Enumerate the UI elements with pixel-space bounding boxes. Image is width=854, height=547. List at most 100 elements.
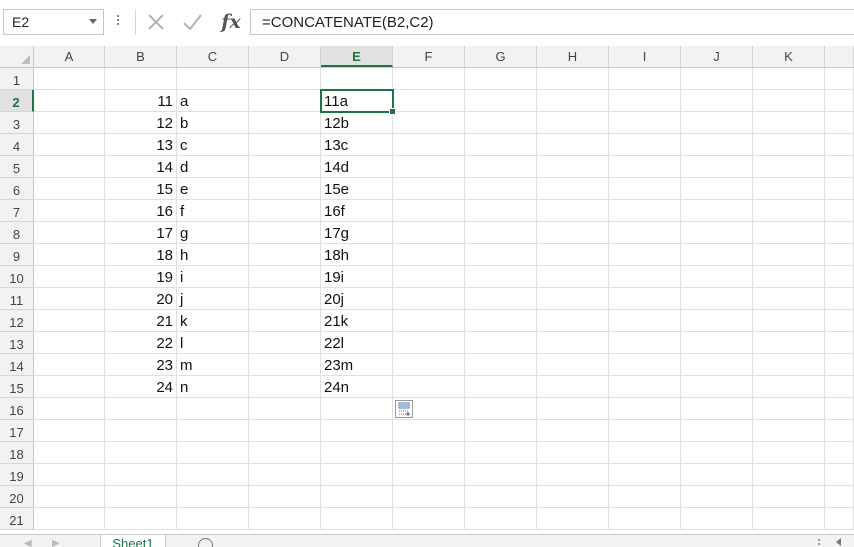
select-all-button[interactable]: [0, 46, 34, 67]
grid-cell[interactable]: [393, 332, 465, 354]
grid-cell[interactable]: [465, 112, 537, 134]
grid-cell[interactable]: [681, 354, 753, 376]
grid-cell[interactable]: [681, 156, 753, 178]
fill-handle[interactable]: [389, 108, 396, 115]
grid-cell[interactable]: [34, 332, 105, 354]
grid-cell[interactable]: [753, 178, 825, 200]
grid-cell[interactable]: [537, 112, 609, 134]
grid-cell[interactable]: [177, 486, 249, 508]
grid-cell[interactable]: [393, 156, 465, 178]
row-header-21[interactable]: 21: [0, 508, 34, 530]
grid-cell[interactable]: [609, 332, 681, 354]
grid-cell[interactable]: [34, 398, 105, 420]
grid-cell[interactable]: [393, 464, 465, 486]
grid-cell[interactable]: [825, 68, 854, 90]
grid-cell[interactable]: [681, 266, 753, 288]
cell-c6[interactable]: e: [177, 178, 249, 200]
cell-e2[interactable]: 11a: [321, 90, 393, 112]
grid-cell[interactable]: [753, 200, 825, 222]
cell-b6[interactable]: 15: [105, 178, 177, 200]
grid-cell[interactable]: [249, 332, 321, 354]
grid-cell[interactable]: [249, 288, 321, 310]
column-header-c[interactable]: C: [177, 46, 249, 67]
grid-cell[interactable]: [537, 376, 609, 398]
formula-input[interactable]: =CONCATENATE(B2,C2): [250, 9, 854, 35]
grid-cell[interactable]: [609, 156, 681, 178]
grid-cell[interactable]: [34, 508, 105, 530]
grid-cell[interactable]: [34, 222, 105, 244]
grid-cell[interactable]: [753, 288, 825, 310]
grid-cell[interactable]: [825, 332, 854, 354]
grid-cell[interactable]: [537, 420, 609, 442]
grid-cell[interactable]: [681, 222, 753, 244]
grid-cell[interactable]: [825, 464, 854, 486]
new-sheet-button[interactable]: [198, 538, 213, 547]
grid-cell[interactable]: [34, 266, 105, 288]
cell-b12[interactable]: 21: [105, 310, 177, 332]
column-header-f[interactable]: F: [393, 46, 465, 67]
grid-cell[interactable]: [249, 464, 321, 486]
cell-b14[interactable]: 23: [105, 354, 177, 376]
grid-cell[interactable]: [34, 376, 105, 398]
grid-cell[interactable]: [321, 486, 393, 508]
grid-cell[interactable]: [681, 332, 753, 354]
grid-cell[interactable]: [609, 486, 681, 508]
hscroll-left-icon[interactable]: [836, 538, 841, 546]
grid-cell[interactable]: [249, 112, 321, 134]
grid-cell[interactable]: [34, 354, 105, 376]
grid-cell[interactable]: [753, 222, 825, 244]
grid-cell[interactable]: [249, 134, 321, 156]
grid-cell[interactable]: [249, 354, 321, 376]
grid-cell[interactable]: [249, 376, 321, 398]
grid-cell[interactable]: [393, 112, 465, 134]
cell-c10[interactable]: i: [177, 266, 249, 288]
grid-cell[interactable]: [609, 68, 681, 90]
grid-cell[interactable]: [609, 376, 681, 398]
grid-cell[interactable]: [681, 420, 753, 442]
grid-cell[interactable]: [537, 266, 609, 288]
grid-cell[interactable]: [465, 486, 537, 508]
grid-cell[interactable]: [681, 244, 753, 266]
grid-cell[interactable]: [681, 90, 753, 112]
grid-cell[interactable]: [34, 244, 105, 266]
grid-cell[interactable]: [321, 420, 393, 442]
grid-cell[interactable]: [249, 90, 321, 112]
grid-cell[interactable]: [537, 486, 609, 508]
row-header-20[interactable]: 20: [0, 486, 34, 508]
grid-cell[interactable]: [825, 398, 854, 420]
grid-cell[interactable]: [825, 310, 854, 332]
cell-e15[interactable]: 24n: [321, 376, 393, 398]
column-header-g[interactable]: G: [465, 46, 537, 67]
row-header-8[interactable]: 8: [0, 222, 34, 244]
grid-cell[interactable]: [609, 222, 681, 244]
grid-cell[interactable]: [537, 178, 609, 200]
row-header-5[interactable]: 5: [0, 156, 34, 178]
grid-cell[interactable]: [465, 134, 537, 156]
grid-cell[interactable]: [249, 486, 321, 508]
grid-cell[interactable]: [537, 508, 609, 530]
grid-cell[interactable]: [105, 464, 177, 486]
grid-cell[interactable]: [681, 508, 753, 530]
grid-cell[interactable]: [34, 112, 105, 134]
grid-cell[interactable]: [609, 508, 681, 530]
grid-cell[interactable]: [393, 222, 465, 244]
insert-function-button[interactable]: fx: [216, 9, 246, 35]
grid-cell[interactable]: [825, 90, 854, 112]
column-header-j[interactable]: J: [681, 46, 753, 67]
column-header-b[interactable]: B: [105, 46, 177, 67]
grid-cell[interactable]: [609, 134, 681, 156]
grid-cell[interactable]: [609, 112, 681, 134]
quick-analysis-button[interactable]: [395, 400, 413, 418]
grid-cell[interactable]: [465, 354, 537, 376]
grid-cell[interactable]: [465, 156, 537, 178]
grid-cell[interactable]: [537, 288, 609, 310]
cell-b13[interactable]: 22: [105, 332, 177, 354]
grid-cell[interactable]: [465, 90, 537, 112]
cell-b4[interactable]: 13: [105, 134, 177, 156]
grid-cell[interactable]: [465, 508, 537, 530]
grid-cell[interactable]: [681, 310, 753, 332]
grid-cell[interactable]: [34, 464, 105, 486]
grid-cell[interactable]: [465, 464, 537, 486]
grid-cell[interactable]: [177, 508, 249, 530]
grid-cell[interactable]: [825, 222, 854, 244]
